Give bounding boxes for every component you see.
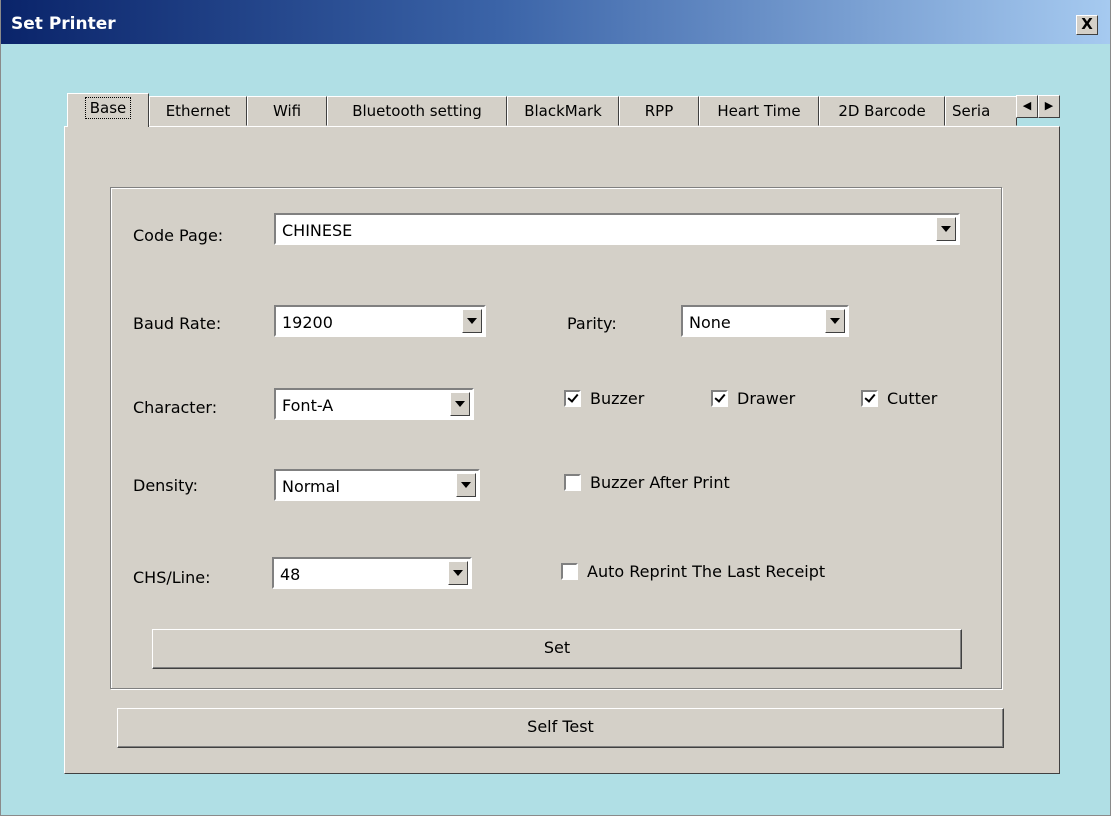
tab-label: Bluetooth setting xyxy=(352,102,482,120)
baud-rate-label: Baud Rate: xyxy=(133,314,222,333)
character-select[interactable]: Font-A xyxy=(274,388,474,420)
tab-label: Heart Time xyxy=(717,102,801,120)
arrow-left-icon: ◀ xyxy=(1022,99,1032,112)
tab-wifi[interactable]: Wifi xyxy=(247,96,327,126)
tab-base[interactable]: Base xyxy=(67,93,149,127)
title-bar[interactable]: Set Printer X xyxy=(1,0,1110,44)
set-button-label: Set xyxy=(543,638,571,657)
set-printer-window: Set Printer X Base Ethernet Wifi Bluetoo… xyxy=(0,0,1111,816)
chevron-down-icon[interactable] xyxy=(936,217,956,241)
checkbox-checked-icon[interactable] xyxy=(861,390,878,407)
chs-line-label: CHS/Line: xyxy=(133,568,211,587)
tab-ethernet[interactable]: Ethernet xyxy=(149,96,247,126)
parity-select[interactable]: None xyxy=(681,305,849,337)
tab-label: Ethernet xyxy=(165,102,231,120)
chevron-down-icon[interactable] xyxy=(825,309,845,333)
code-page-label: Code Page: xyxy=(133,226,224,245)
tab-rpp[interactable]: RPP xyxy=(619,96,699,126)
chevron-down-icon[interactable] xyxy=(456,473,476,497)
density-value: Normal xyxy=(282,477,340,496)
tab-2d-barcode[interactable]: 2D Barcode xyxy=(819,96,945,126)
tab-label: Wifi xyxy=(272,102,302,120)
drawer-label: Drawer xyxy=(737,389,796,408)
checkbox-checked-icon[interactable] xyxy=(564,390,581,407)
tab-label: 2D Barcode xyxy=(838,102,926,120)
chevron-down-icon[interactable] xyxy=(450,392,470,416)
chevron-down-icon[interactable] xyxy=(462,309,482,333)
tab-scroll-right-button[interactable]: ▶ xyxy=(1038,95,1060,118)
chs-line-select[interactable]: 48 xyxy=(272,557,472,589)
tab-label: RPP xyxy=(644,102,674,120)
tab-label: Base xyxy=(84,97,132,119)
buzzer-after-print-label: Buzzer After Print xyxy=(590,473,730,492)
density-select[interactable]: Normal xyxy=(274,469,480,501)
close-button[interactable]: X xyxy=(1076,15,1098,35)
tab-label: BlackMark xyxy=(524,102,602,120)
character-label: Character: xyxy=(133,398,218,417)
buzzer-label: Buzzer xyxy=(590,389,645,408)
auto-reprint-label: Auto Reprint The Last Receipt xyxy=(587,562,826,581)
chs-line-value: 48 xyxy=(280,565,301,584)
window-title: Set Printer xyxy=(11,14,116,34)
parity-value: None xyxy=(689,313,731,332)
code-page-value: CHINESE xyxy=(282,221,353,240)
tab-heart-time[interactable]: Heart Time xyxy=(699,96,819,126)
tab-bluetooth-setting[interactable]: Bluetooth setting xyxy=(327,96,507,126)
chevron-down-icon[interactable] xyxy=(448,561,468,585)
baud-rate-select[interactable]: 19200 xyxy=(274,305,486,337)
close-icon: X xyxy=(1081,15,1093,33)
self-test-button-label: Self Test xyxy=(527,717,594,736)
self-test-button[interactable]: Self Test xyxy=(117,708,1004,748)
tab-blackmark[interactable]: BlackMark xyxy=(507,96,619,126)
base-settings-group xyxy=(110,187,1002,689)
parity-label: Parity: xyxy=(567,314,617,333)
density-label: Density: xyxy=(133,476,199,495)
checkbox-unchecked-icon[interactable] xyxy=(564,474,581,491)
character-value: Font-A xyxy=(282,396,334,415)
tab-scroll-left-button[interactable]: ◀ xyxy=(1016,95,1038,118)
tab-serial[interactable]: Seria xyxy=(945,96,1017,126)
checkbox-checked-icon[interactable] xyxy=(711,390,728,407)
tab-label: Seria xyxy=(952,102,991,120)
code-page-select[interactable]: CHINESE xyxy=(274,213,960,245)
tab-strip: Base Ethernet Wifi Bluetooth setting Bla… xyxy=(67,93,1062,127)
set-button[interactable]: Set xyxy=(152,629,962,669)
arrow-right-icon: ▶ xyxy=(1044,99,1054,112)
baud-rate-value: 19200 xyxy=(282,313,333,332)
checkbox-unchecked-icon[interactable] xyxy=(561,563,578,580)
cutter-label: Cutter xyxy=(887,389,938,408)
